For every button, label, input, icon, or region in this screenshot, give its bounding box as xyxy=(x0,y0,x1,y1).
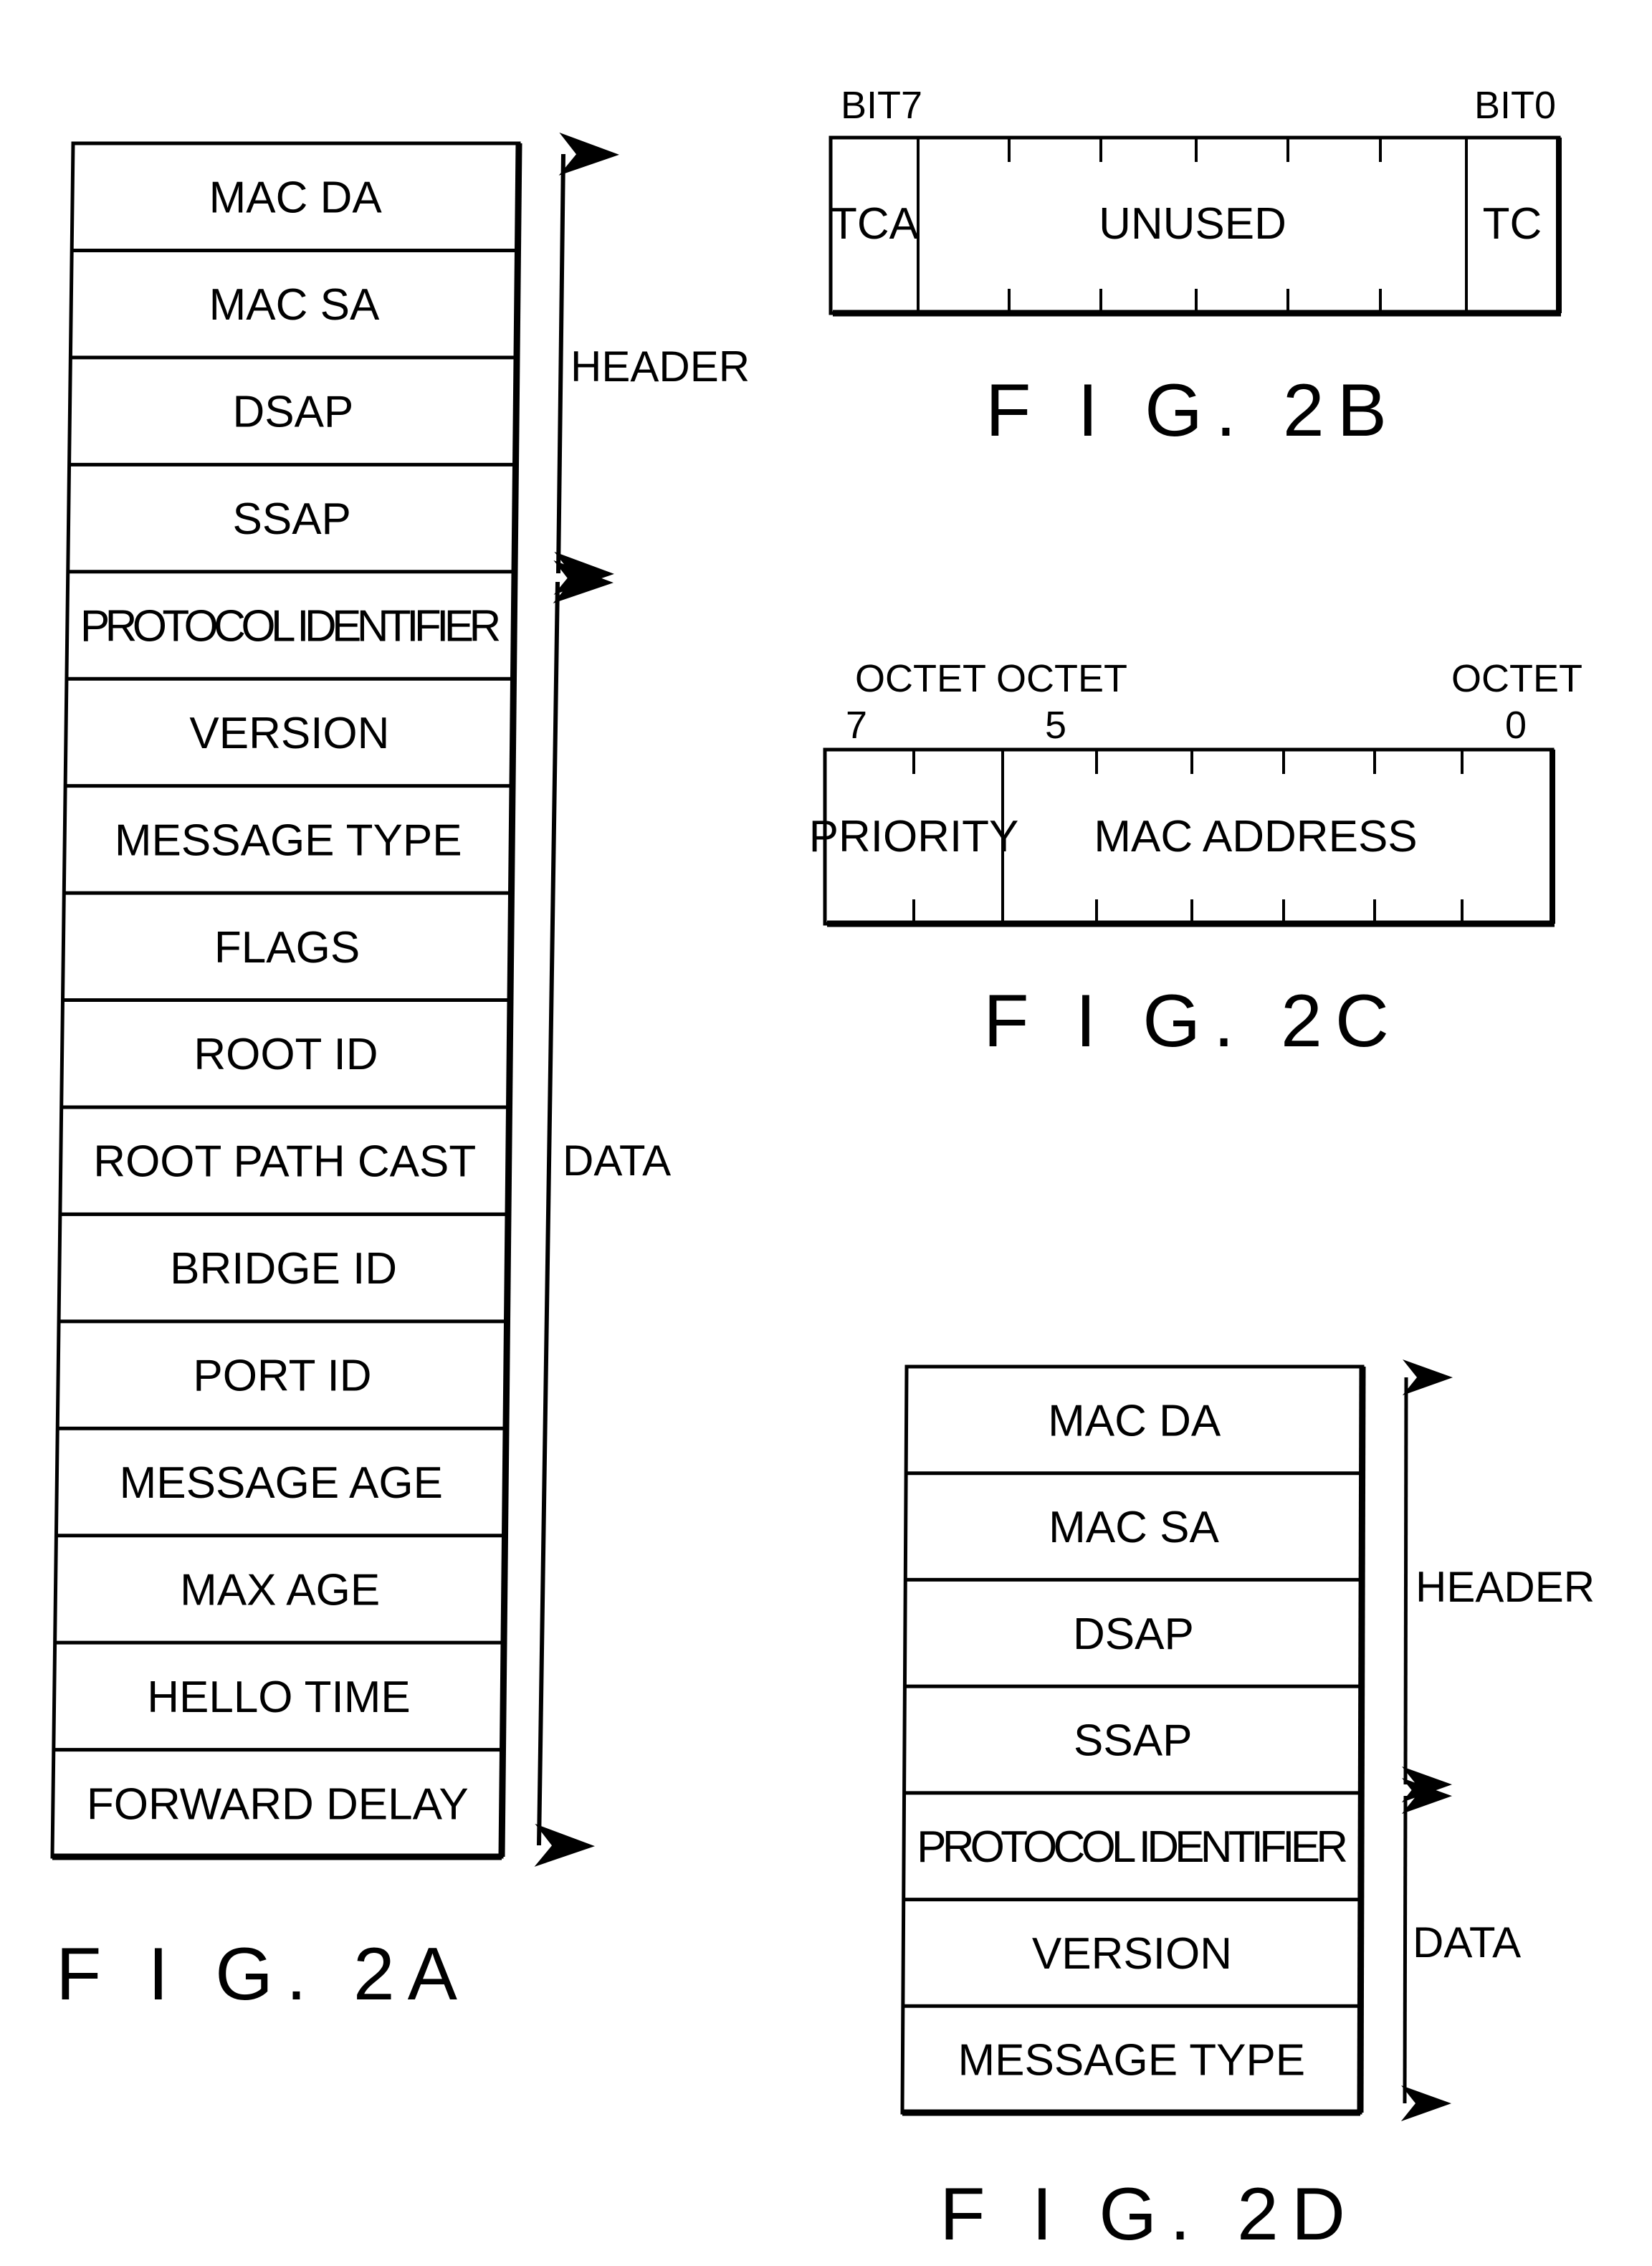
diagram-canvas: MAC DA MAC SA DSAP SSAP PROTOCOL IDENTIFIER V… xyxy=(50,84,1595,2256)
field-forward-delay: FORWARD DELAY xyxy=(87,1779,469,1829)
field-mac-sa: MAC SA xyxy=(209,280,380,330)
octet-label-left: OCTET OCTET xyxy=(855,657,1127,700)
figure-caption: F I G. 2A xyxy=(56,1933,470,2016)
field-tc: TC xyxy=(1483,199,1542,249)
field-protocol-identifier: PROTOCOL IDENTIFIER xyxy=(917,1822,1348,1872)
octet-label-right: OCTET xyxy=(1451,657,1582,700)
data-span-arrow xyxy=(534,560,613,1867)
field-version: VERSION xyxy=(189,709,389,758)
field-dsap: DSAP xyxy=(232,388,353,437)
fig-2d-frame-format: MAC DA MAC SA DSAP SSAP PROTOCOL IDENTIFIER V… xyxy=(900,1359,1595,2256)
field-dsap: DSAP xyxy=(1073,1610,1194,1659)
field-mac-sa: MAC SA xyxy=(1049,1503,1219,1552)
data-label: DATA xyxy=(1413,1918,1521,1966)
field-mac-da: MAC DA xyxy=(1048,1396,1221,1445)
header-label: HEADER xyxy=(1415,1563,1595,1611)
data-label: DATA xyxy=(563,1137,671,1185)
field-root-id: ROOT ID xyxy=(194,1030,378,1079)
header-span-arrow xyxy=(1401,1359,1453,1802)
fig-2b-bit-field: BIT7 BIT0 TCA UNUSED TC F I G. 2B xyxy=(829,84,1562,452)
field-tca: TCA xyxy=(830,199,920,249)
field-message-age: MESSAGE AGE xyxy=(120,1458,443,1508)
patent-drawing-sheet: MAC DA MAC SA DSAP SSAP PROTOCOL IDENTIFIER V… xyxy=(0,0,1652,2266)
field-ssap: SSAP xyxy=(1074,1716,1192,1766)
field-ssap: SSAP xyxy=(232,494,350,544)
figure-caption: F I G. 2C xyxy=(983,980,1402,1063)
field-bridge-id: BRIDGE ID xyxy=(170,1244,397,1294)
field-unused: UNUSED xyxy=(1099,199,1286,249)
octet-7-label: 7 xyxy=(846,704,867,747)
field-root-path-cast: ROOT PATH CAST xyxy=(93,1137,476,1187)
fig-2a-frame-format: MAC DA MAC SA DSAP SSAP PROTOCOL IDENTIFIER V… xyxy=(50,132,750,2016)
octet-5-label: 5 xyxy=(1045,704,1066,747)
figure-caption: F I G. 2D xyxy=(940,2173,1358,2256)
field-mac-address: MAC ADDRESS xyxy=(1094,812,1417,861)
field-mac-da: MAC DA xyxy=(209,173,383,223)
bit7-label: BIT7 xyxy=(841,84,922,127)
field-version: VERSION xyxy=(1032,1929,1232,1979)
field-protocol-identifier: PROTOCOL IDENTIFIER xyxy=(80,601,501,651)
figure-caption: F I G. 2B xyxy=(985,369,1400,452)
field-message-type: MESSAGE TYPE xyxy=(958,2036,1305,2085)
field-hello-time: HELLO TIME xyxy=(147,1673,411,1722)
field-port-id: PORT ID xyxy=(193,1352,371,1401)
bit0-label: BIT0 xyxy=(1474,84,1556,127)
fig-2c-bridge-id-field: OCTET OCTET OCTET 7 5 0 PRIORITY MAC ADD… xyxy=(809,657,1582,1063)
field-max-age: MAX AGE xyxy=(180,1565,380,1615)
header-span-arrow xyxy=(553,132,619,595)
header-label: HEADER xyxy=(570,343,750,391)
box-shadow-edge xyxy=(1357,1366,1366,2113)
field-flags: FLAGS xyxy=(214,923,360,972)
field-message-type: MESSAGE TYPE xyxy=(115,816,462,865)
field-priority: PRIORITY xyxy=(809,812,1019,861)
octet-0-label: 0 xyxy=(1505,704,1527,747)
